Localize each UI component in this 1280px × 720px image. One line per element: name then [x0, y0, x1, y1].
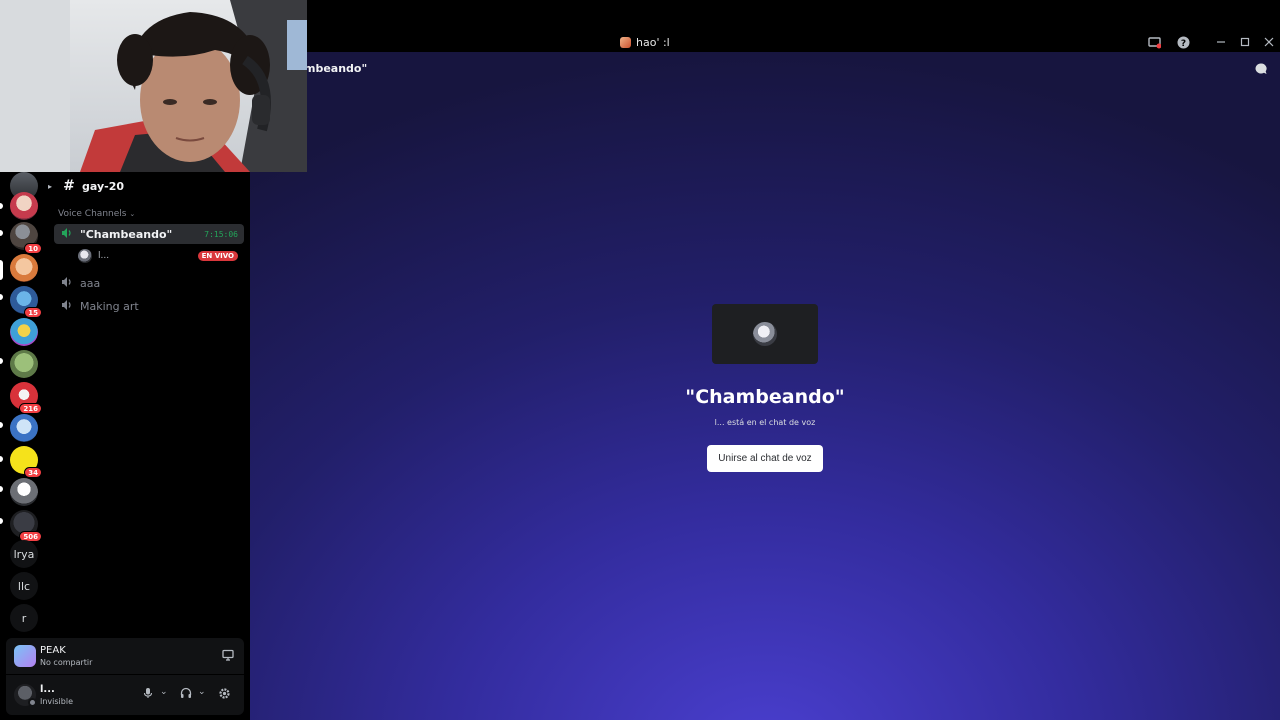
server-icon[interactable]: 506: [10, 510, 42, 542]
status-indicator: [28, 698, 37, 707]
server-lrya[interactable]: lrya: [10, 540, 38, 568]
avatar: [78, 249, 92, 263]
user-panel: l... Invisible ⌄ ⌄: [6, 675, 244, 715]
unread-indicator: [0, 486, 3, 492]
live-badge: EN VIVO: [197, 251, 238, 261]
server-icon[interactable]: 34: [10, 446, 42, 478]
svg-text:?: ?: [1180, 39, 1185, 49]
mention-badge: 10: [24, 243, 42, 254]
voice-channel-title: "Chambeando": [685, 386, 845, 408]
webcam-overlay: [0, 0, 307, 172]
voice-channels-header[interactable]: Voice Channels ⌄: [58, 209, 135, 219]
server-icon: [620, 36, 631, 48]
speaker-icon: [58, 227, 76, 242]
text-channel-gay-20[interactable]: ▸ # gay-20: [48, 176, 238, 196]
unread-indicator: [0, 230, 3, 236]
channel-name: aaa: [80, 276, 101, 290]
voice-channel-aaa[interactable]: aaa: [54, 273, 244, 293]
voice-channel-making-art[interactable]: Making art: [54, 296, 244, 316]
avatar: [753, 322, 777, 346]
unread-indicator: [0, 456, 3, 462]
minimize-icon[interactable]: [1213, 34, 1229, 50]
headphones-icon[interactable]: [180, 687, 192, 702]
activity-status: No compartir: [40, 658, 93, 667]
category-label: Voice Channels: [58, 209, 127, 219]
mention-badge: 34: [24, 467, 42, 478]
stream-preview-tile[interactable]: [712, 304, 818, 364]
speaker-icon: [58, 276, 76, 291]
channel-name: gay-20: [82, 179, 125, 193]
inbox-icon[interactable]: [1146, 34, 1162, 50]
help-icon[interactable]: ?: [1175, 34, 1191, 50]
server-icon[interactable]: [10, 414, 38, 442]
maximize-icon[interactable]: [1237, 34, 1253, 50]
window-title: hao' :l: [620, 34, 670, 50]
server-icon[interactable]: [10, 478, 38, 506]
app-icon: [14, 645, 36, 667]
channel-header-title: mbeando": [304, 62, 368, 75]
screen-share-icon[interactable]: [222, 649, 234, 664]
unread-indicator: [0, 294, 3, 300]
server-icon[interactable]: [10, 192, 38, 220]
server-icon[interactable]: 10: [10, 222, 42, 254]
voice-channel-subtitle: l... está en el chat de voz: [714, 418, 816, 427]
join-voice-button[interactable]: Unirse al chat de voz: [707, 445, 823, 472]
activity-name: PEAK: [40, 645, 66, 656]
server-icon[interactable]: 216: [10, 382, 42, 414]
voice-channel-chambeando[interactable]: "Chambeando" 7:15:06: [54, 224, 244, 244]
participant-name: l...: [98, 251, 110, 261]
voice-channel-view: mbeando" "Chambeando" l... está en el ch…: [250, 52, 1280, 720]
server-llc[interactable]: llc: [10, 572, 38, 600]
caret-right-icon: ▸: [48, 181, 53, 191]
speaker-icon: [58, 299, 76, 314]
channel-name: Making art: [80, 299, 139, 313]
hashtag-icon: #: [63, 178, 75, 194]
unread-indicator: [0, 422, 3, 428]
unread-indicator: [0, 518, 3, 524]
server-icon[interactable]: [10, 318, 38, 346]
server-r[interactable]: r: [10, 604, 38, 632]
mention-badge: 15: [24, 307, 42, 318]
chat-bubble-icon[interactable]: [1254, 62, 1268, 80]
mention-badge: 216: [19, 403, 42, 414]
call-timer: 7:15:06: [204, 229, 238, 239]
voice-participant[interactable]: l... EN VIVO: [54, 246, 244, 266]
chevron-down-icon[interactable]: ⌄: [198, 687, 206, 697]
user-status: Invisible: [40, 697, 73, 706]
server-icon[interactable]: [10, 254, 38, 282]
username: l...: [40, 684, 55, 695]
window-title-text: hao' :l: [636, 35, 670, 49]
server-icon[interactable]: 15: [10, 286, 42, 318]
microphone-icon[interactable]: [142, 687, 154, 702]
chevron-down-icon[interactable]: ⌄: [160, 687, 168, 697]
unread-indicator: [0, 358, 3, 364]
activity-panel[interactable]: PEAK No compartir: [6, 638, 244, 674]
unread-indicator: [0, 203, 3, 209]
server-icon[interactable]: [10, 350, 38, 378]
close-icon[interactable]: [1261, 34, 1277, 50]
channel-name: "Chambeando": [80, 227, 173, 241]
selected-indicator: [0, 260, 3, 280]
channel-list: ▸ # gay-20 Voice Channels ⌄ "Chambeando"…: [48, 172, 250, 637]
chevron-down-icon: ⌄: [129, 210, 136, 218]
gear-icon[interactable]: [218, 687, 231, 703]
